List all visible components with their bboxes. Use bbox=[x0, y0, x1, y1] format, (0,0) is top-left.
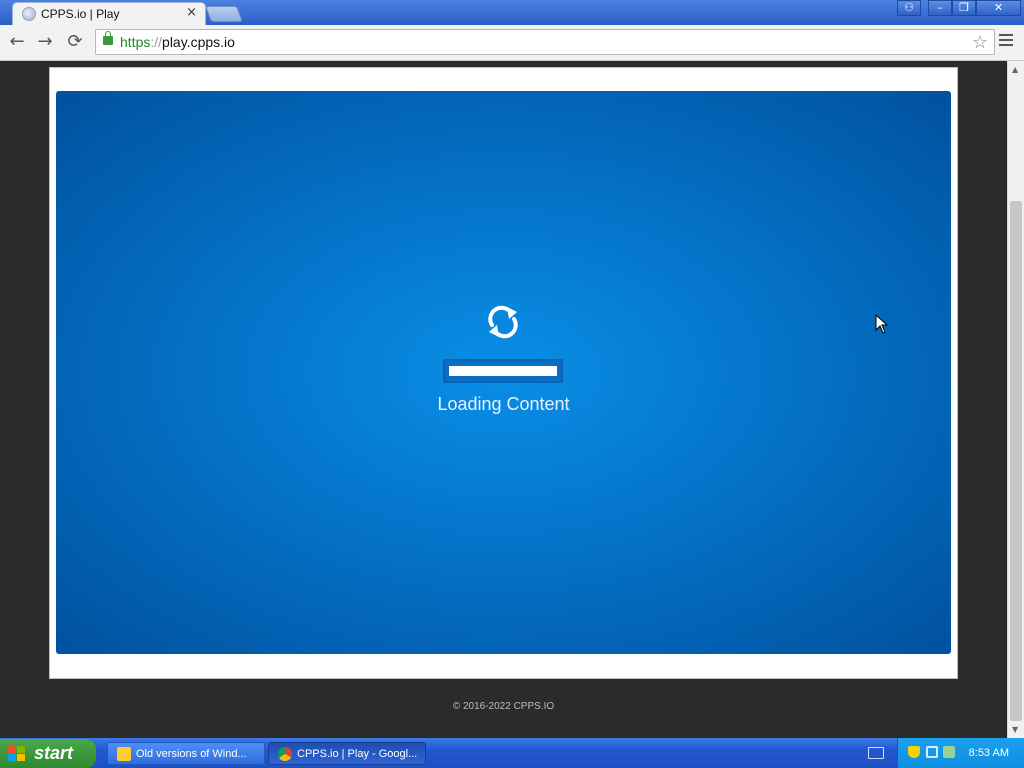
browser-menu-icon[interactable] bbox=[999, 34, 1013, 48]
taskbar-item-chrome[interactable]: CPPS.io | Play - Googl... bbox=[268, 742, 426, 765]
tab-close-icon[interactable]: × bbox=[186, 6, 197, 20]
chrome-icon bbox=[278, 747, 292, 761]
security-shield-icon[interactable] bbox=[908, 746, 920, 758]
loading-stage[interactable]: Loading Content bbox=[56, 91, 951, 654]
forward-arrow-icon[interactable]: → bbox=[34, 31, 56, 53]
window-titlebar: CPPS.io | Play × ⚇ – ❐ ✕ bbox=[0, 0, 1024, 25]
url-separator: :// bbox=[150, 34, 163, 50]
back-arrow-icon[interactable]: ← bbox=[6, 31, 28, 53]
folder-icon bbox=[117, 747, 131, 761]
lock-icon bbox=[103, 31, 113, 45]
network-icon[interactable] bbox=[926, 746, 938, 758]
taskbar-clock[interactable]: 8:53 AM bbox=[969, 738, 1009, 768]
windows-taskbar: start Old versions of Wind... CPPS.io | … bbox=[0, 738, 1024, 768]
new-tab-button[interactable] bbox=[205, 6, 243, 22]
system-tray: 8:53 AM bbox=[897, 738, 1024, 768]
refresh-loading-icon bbox=[488, 305, 518, 339]
url-host: play.cpps.io bbox=[162, 34, 235, 50]
volume-icon[interactable] bbox=[943, 746, 955, 758]
url-scheme: https bbox=[120, 34, 151, 50]
vertical-scrollbar[interactable]: ▲ ▼ bbox=[1007, 61, 1024, 738]
taskbar-item-label: CPPS.io | Play - Googl... bbox=[297, 748, 418, 760]
keyboard-icon[interactable] bbox=[868, 747, 884, 759]
bookmark-star-icon[interactable]: ☆ bbox=[972, 32, 988, 53]
browser-tab[interactable]: CPPS.io | Play × bbox=[12, 2, 206, 25]
game-frame: Loading Content bbox=[49, 67, 958, 679]
page-viewport: Loading Content © 2016-2022 CPPS.IO bbox=[0, 61, 1007, 738]
start-label: start bbox=[34, 743, 74, 763]
taskbar-item-windows-versions[interactable]: Old versions of Wind... bbox=[107, 742, 265, 765]
tab-title: CPPS.io | Play bbox=[41, 7, 120, 21]
user-profile-icon[interactable]: ⚇ bbox=[897, 0, 921, 16]
close-window-button[interactable]: ✕ bbox=[976, 0, 1021, 16]
windows-flag-icon bbox=[8, 746, 26, 762]
scroll-up-icon[interactable]: ▲ bbox=[1012, 65, 1018, 74]
copyright-footer: © 2016-2022 CPPS.IO bbox=[452, 701, 555, 712]
start-button[interactable]: start bbox=[0, 739, 96, 768]
scroll-down-icon[interactable]: ▼ bbox=[1012, 725, 1018, 734]
browser-toolbar: ← → ⟳ https://play.cpps.io ☆ bbox=[0, 25, 1024, 61]
address-bar[interactable]: https://play.cpps.io ☆ bbox=[95, 29, 995, 55]
minimize-button[interactable]: – bbox=[928, 0, 952, 16]
restore-button[interactable]: ❐ bbox=[952, 0, 976, 16]
progress-fill bbox=[449, 366, 557, 376]
loading-progress-bar bbox=[443, 359, 563, 383]
taskbar-item-label: Old versions of Wind... bbox=[136, 748, 247, 760]
url-text[interactable]: https://play.cpps.io bbox=[120, 34, 235, 50]
reload-icon[interactable]: ⟳ bbox=[64, 31, 86, 53]
tab-favicon-icon bbox=[22, 7, 36, 21]
scrollbar-thumb[interactable] bbox=[1010, 201, 1022, 721]
loading-label: Loading Content bbox=[437, 394, 570, 414]
mouse-cursor-icon bbox=[875, 314, 889, 334]
